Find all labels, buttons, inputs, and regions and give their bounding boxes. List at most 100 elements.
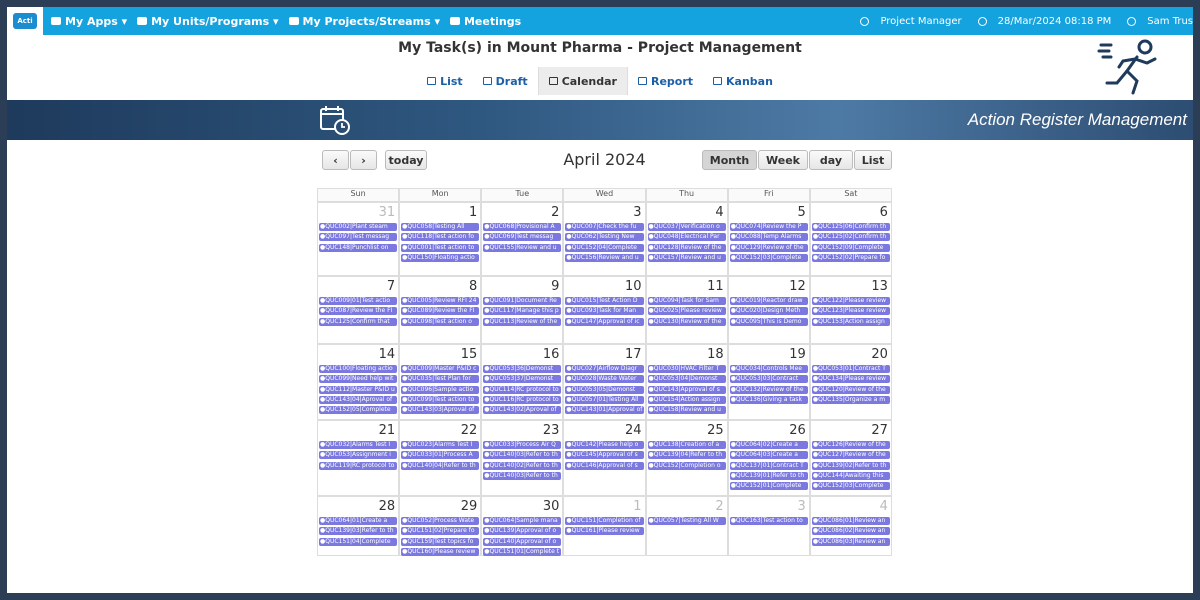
- user-menu[interactable]: Sam Trus: [1119, 16, 1193, 27]
- day-cell[interactable]: 15 ●QUC009|Master P&ID c ●QUC035|Test Plan…: [399, 344, 482, 420]
- day-cell[interactable]: 21 ●QUC032|Alarms Test I ●QUC053|Assignmen…: [317, 420, 400, 496]
- calendar-event[interactable]: ●QUC128|Review of the: [647, 243, 726, 252]
- calendar-event[interactable]: ●QUC142|Please help o: [565, 441, 644, 449]
- day-cell[interactable]: 17 ●QUC027|Airflow Diagr ●QUC028|Waste Wat…: [563, 344, 646, 420]
- calendar-event[interactable]: ●QUC064|01|Create a: [319, 517, 398, 525]
- day-cell[interactable]: 2 ●QUC068|Provisional A ●QUC069|Test messa…: [481, 202, 564, 276]
- calendar-event[interactable]: ●QUC152|03|Complete: [729, 253, 808, 262]
- view-list-button[interactable]: List: [854, 150, 892, 170]
- calendar-event[interactable]: ●QUC035|Test Plan for: [401, 375, 480, 384]
- calendar-event[interactable]: ●QUC152|Completion o: [647, 461, 726, 470]
- calendar-event[interactable]: ●QUC088|Temp Alarms: [729, 233, 808, 242]
- day-cell[interactable]: 8 ●QUC005|Review RFI 24 ●QUC089|Review the…: [399, 276, 482, 344]
- calendar-event[interactable]: ●QUC064|02|Create a: [729, 441, 808, 449]
- day-number[interactable]: 26: [789, 423, 806, 438]
- calendar-event[interactable]: ●QUC033|Process Air Q: [483, 441, 562, 449]
- tab-kanban[interactable]: Kanban: [703, 67, 783, 95]
- day-number[interactable]: 8: [469, 279, 477, 294]
- day-cell[interactable]: 29 ●QUC052|Process Wate ●QUC151|02|Prepare…: [399, 496, 482, 556]
- day-number[interactable]: 1: [633, 499, 641, 514]
- day-cell[interactable]: 26 ●QUC064|02|Create a ●QUC064|03|Create a…: [727, 420, 810, 496]
- day-cell[interactable]: 7 ●QUC009|01|Test actio ●QUC087|Review the…: [317, 276, 400, 344]
- day-number[interactable]: 9: [551, 279, 559, 294]
- day-number[interactable]: 2: [715, 499, 723, 514]
- day-cell[interactable]: 25 ●QUC138|Creation of a ●QUC139|04|Refer …: [645, 420, 728, 496]
- day-cell[interactable]: 23 ●QUC033|Process Air Q ●QUC140|03|Refer …: [481, 420, 564, 496]
- calendar-event[interactable]: ●QUC015|Test Action D: [565, 297, 644, 305]
- calendar-event[interactable]: ●QUC112|Master P&ID u: [319, 385, 398, 394]
- calendar-event[interactable]: ●QUC020|Design Meth: [729, 307, 808, 316]
- calendar-event[interactable]: ●QUC127|Review of the: [811, 451, 890, 460]
- calendar-event[interactable]: ●QUC143|02|Aproval of: [483, 406, 562, 415]
- calendar-event[interactable]: ●QUC091|Document Re: [483, 297, 562, 305]
- day-cell[interactable]: 24 ●QUC142|Please help o ●QUC145|Approval …: [563, 420, 646, 496]
- calendar-event[interactable]: ●QUC086|02|Review an: [811, 527, 890, 536]
- day-cell[interactable]: 12 ●QUC019|Reactor draw ●QUC020|Design Met…: [727, 276, 810, 344]
- day-number[interactable]: 19: [789, 347, 806, 362]
- calendar-event[interactable]: ●QUC123|Please review: [811, 307, 890, 316]
- calendar-event[interactable]: ●QUC152|09|Complete: [811, 243, 890, 252]
- calendar-event[interactable]: ●QUC057|01|Testing All: [565, 395, 644, 404]
- calendar-event[interactable]: ●QUC037|Verification o: [647, 223, 726, 231]
- day-cell[interactable]: 3 ●QUC007|Check the fu ●QUC062|Testing New…: [563, 202, 646, 276]
- calendar-event[interactable]: ●QUC048|Electrical Par: [647, 233, 726, 242]
- day-cell[interactable]: 22 ●QUC023|Alarms Test I ●QUC033|01|Proces…: [399, 420, 482, 496]
- calendar-event[interactable]: ●QUC099|Test action to: [401, 395, 480, 404]
- calendar-event[interactable]: ●QUC143|01|Approval of: [565, 406, 644, 415]
- calendar-event[interactable]: ●QUC097|Test messag: [319, 233, 398, 242]
- calendar-event[interactable]: ●QUC139|Approval of o: [483, 527, 562, 536]
- calendar-event[interactable]: ●QUC144|Awaiting this: [811, 471, 890, 480]
- calendar-event[interactable]: ●QUC129|Review of the: [729, 243, 808, 252]
- calendar-event[interactable]: ●QUC150|Floating actio: [401, 253, 480, 262]
- calendar-event[interactable]: ●QUC064|03|Create a: [729, 451, 808, 460]
- calendar-event[interactable]: ●QUC147|Approval of ic: [565, 317, 644, 326]
- calendar-event[interactable]: ●QUC053|01|Contract T: [811, 365, 890, 373]
- day-number[interactable]: 17: [625, 347, 642, 362]
- calendar-event[interactable]: ●QUC137|01|Contract T: [729, 461, 808, 470]
- day-cell[interactable]: 14 ●QUC100|Floating actio ●QUC099|Need hel…: [317, 344, 400, 420]
- calendar-event[interactable]: ●QUC158|Review and u: [647, 406, 726, 415]
- calendar-event[interactable]: ●QUC152|03|Complete: [811, 482, 890, 491]
- calendar-event[interactable]: ●QUC027|Airflow Diagr: [565, 365, 644, 373]
- calendar-event[interactable]: ●QUC093|Task for Man: [565, 307, 644, 316]
- day-number[interactable]: 3: [798, 499, 806, 514]
- day-number[interactable]: 15: [461, 347, 478, 362]
- calendar-event[interactable]: ●QUC028|Waste Water: [565, 375, 644, 384]
- calendar-event[interactable]: ●QUC113|Review of the: [483, 317, 562, 326]
- calendar-event[interactable]: ●QUC118|Test action fo: [401, 233, 480, 242]
- calendar-event[interactable]: ●QUC064|Sample mana: [483, 517, 562, 525]
- calendar-event[interactable]: ●QUC099|Need help wit: [319, 375, 398, 384]
- day-cell[interactable]: 1 ●QUC058|Testing All ●QUC118|Test action …: [399, 202, 482, 276]
- calendar-event[interactable]: ●QUC002|Plant steam: [319, 223, 398, 231]
- calendar-event[interactable]: ●QUC053|Assignment i: [319, 451, 398, 460]
- calendar-event[interactable]: ●QUC160|Please review: [401, 547, 480, 556]
- app-logo[interactable]: Acti: [7, 7, 43, 35]
- nav-meetings[interactable]: Meetings: [449, 15, 521, 28]
- day-number[interactable]: 6: [880, 205, 888, 220]
- calendar-event[interactable]: ●QUC157|Review and u: [647, 253, 726, 262]
- calendar-event[interactable]: ●QUC163|Test action to: [729, 517, 808, 525]
- day-number[interactable]: 12: [789, 279, 806, 294]
- calendar-event[interactable]: ●QUC005|Review RFI 24: [401, 297, 480, 305]
- day-cell[interactable]: 20 ●QUC053|01|Contract T ●QUC134|Please re…: [809, 344, 892, 420]
- calendar-event[interactable]: ●QUC058|Testing All: [401, 223, 480, 231]
- calendar-event[interactable]: ●QUC034|Controls Mee: [729, 365, 808, 373]
- calendar-event[interactable]: ●QUC140|03|Refer to th: [483, 471, 562, 480]
- day-number[interactable]: 18: [707, 347, 724, 362]
- day-number[interactable]: 11: [707, 279, 724, 294]
- day-number[interactable]: 14: [379, 347, 396, 362]
- view-month-button[interactable]: Month: [702, 150, 757, 170]
- calendar-event[interactable]: ●QUC001|Test action to: [401, 243, 480, 252]
- calendar-event[interactable]: ●QUC098|Test action o: [401, 317, 480, 326]
- calendar-event[interactable]: ●QUC100|Floating actio: [319, 365, 398, 373]
- calendar-event[interactable]: ●QUC161|Please review: [565, 527, 644, 536]
- calendar-event[interactable]: ●QUC114|RC protocol to: [483, 385, 562, 394]
- calendar-event[interactable]: ●QUC140|04|Refer to th: [401, 461, 480, 470]
- calendar-event[interactable]: ●QUC146|Approval of s: [565, 461, 644, 470]
- calendar-event[interactable]: ●QUC154|Action assign: [647, 395, 726, 404]
- calendar-event[interactable]: ●QUC116|RC protocol to: [483, 395, 562, 404]
- tab-list[interactable]: List: [417, 67, 473, 95]
- day-number[interactable]: 4: [715, 205, 723, 220]
- calendar-event[interactable]: ●QUC139|04|Refer to th: [647, 451, 726, 460]
- role-label[interactable]: Project Manager: [852, 16, 962, 27]
